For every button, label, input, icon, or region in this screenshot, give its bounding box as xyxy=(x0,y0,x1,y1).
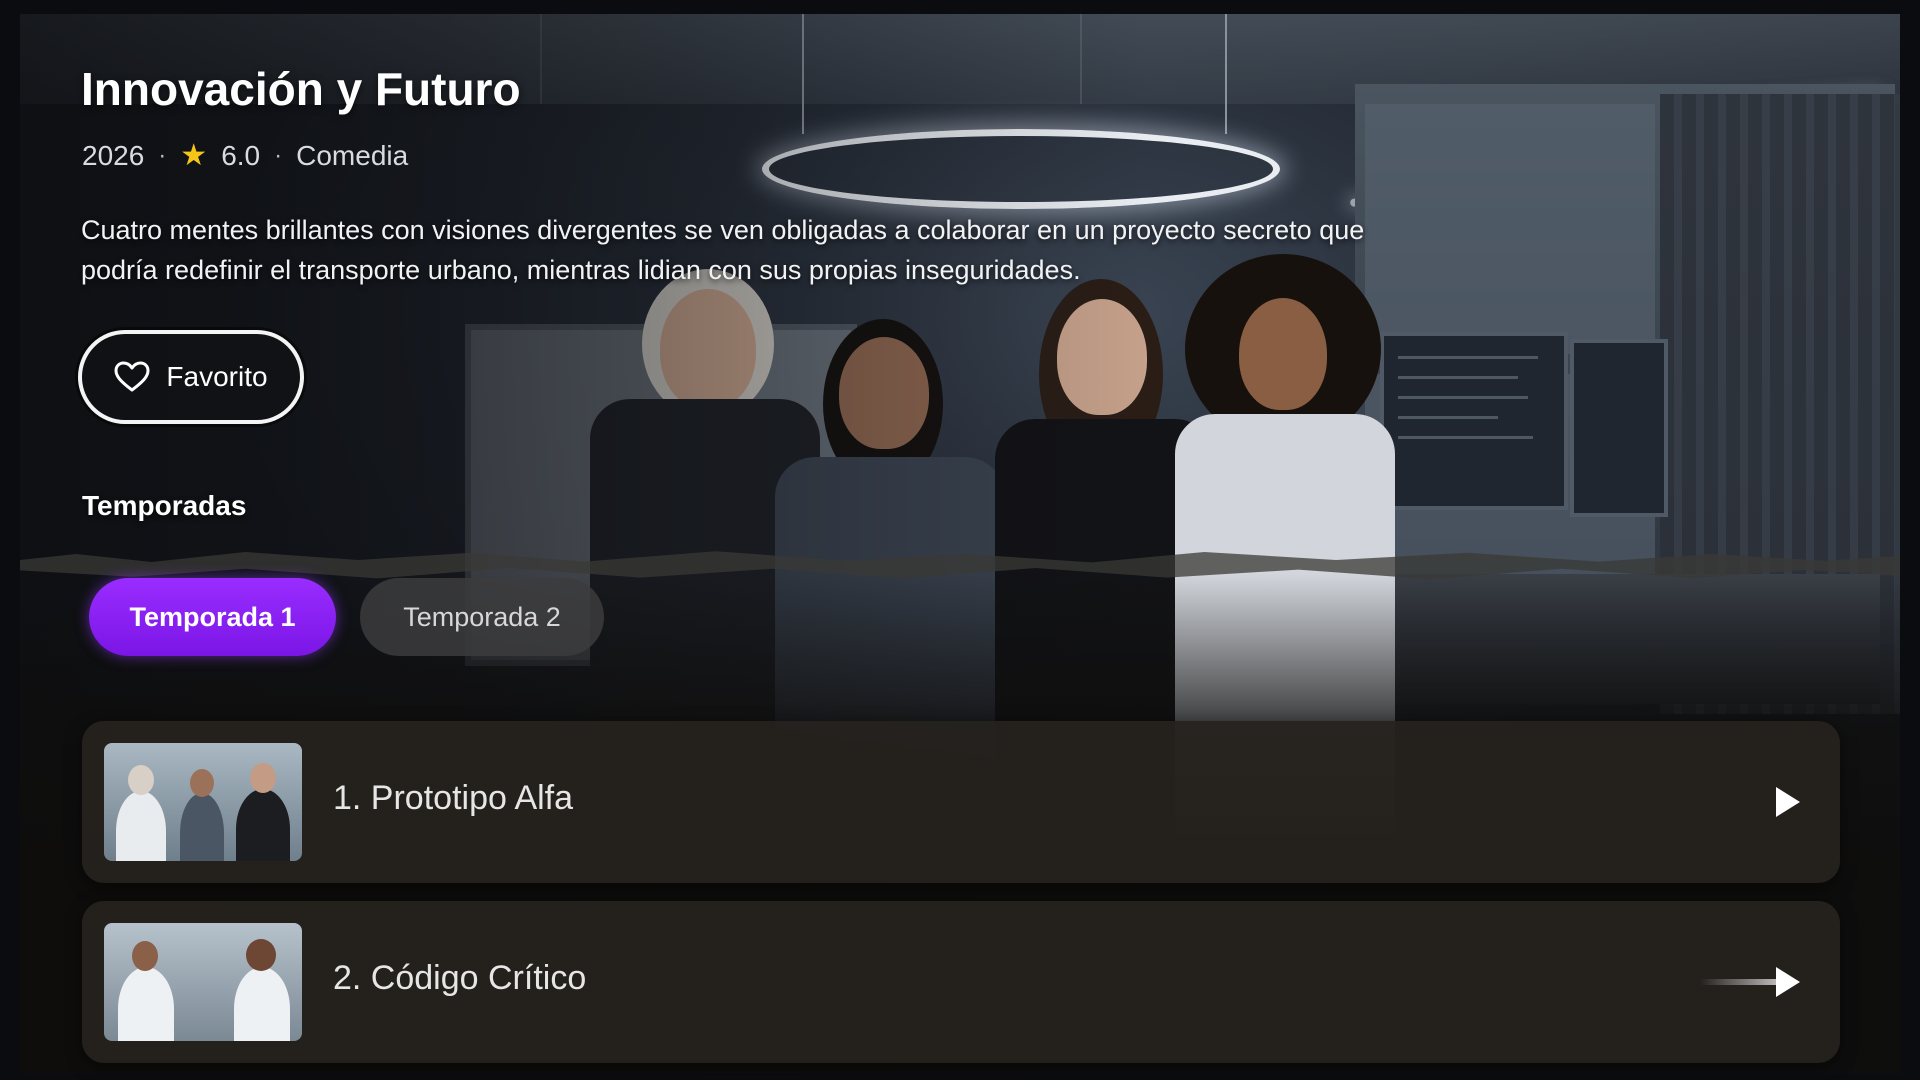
favorite-button[interactable]: Favorito xyxy=(78,330,304,424)
seasons-heading: Temporadas xyxy=(82,490,247,521)
episode-card[interactable]: 2. Código Crítico xyxy=(82,901,1840,1063)
play-icon[interactable] xyxy=(1764,779,1810,825)
episode-thumbnail xyxy=(104,923,302,1041)
thumb-figure xyxy=(116,791,166,861)
tab-season-2[interactable]: Temporada 2 xyxy=(360,578,604,656)
thumb-figure-head xyxy=(128,765,154,795)
episode-title: 2. Código Crítico xyxy=(333,959,587,997)
show-year: 2026 xyxy=(82,140,145,171)
meta-separator: · xyxy=(274,142,283,169)
thumb-figure xyxy=(118,967,174,1041)
thumb-figure xyxy=(180,793,224,861)
show-title: Innovación y Futuro xyxy=(81,63,521,115)
episode-card[interactable]: 1. Prototipo Alfa xyxy=(82,721,1840,883)
meta-separator: · xyxy=(158,142,167,169)
thumb-figure xyxy=(234,967,290,1041)
episode-title: 1. Prototipo Alfa xyxy=(333,779,574,817)
show-description: Cuatro mentes brillantes con visiones di… xyxy=(81,215,1365,285)
show-meta: 2026 · ★ 6.0 · Comedia xyxy=(82,140,408,172)
thumb-figure xyxy=(236,789,290,861)
heart-outline-icon xyxy=(114,361,150,393)
tv-screen: Innovación y Futuro 2026 · ★ 6.0 · Comed… xyxy=(0,0,1920,1080)
star-icon: ★ xyxy=(180,139,208,172)
thumb-figure-head xyxy=(250,763,276,793)
thumb-figure-head xyxy=(132,941,158,971)
play-icon[interactable] xyxy=(1764,959,1810,1005)
show-genre: Comedia xyxy=(296,140,409,171)
episode-thumbnail xyxy=(104,743,302,861)
thumb-figure-head xyxy=(246,939,276,971)
tab-season-1[interactable]: Temporada 1 xyxy=(89,578,336,656)
favorite-label: Favorito xyxy=(166,361,268,392)
show-rating: 6.0 xyxy=(221,140,261,171)
thumb-figure-head xyxy=(190,769,214,797)
